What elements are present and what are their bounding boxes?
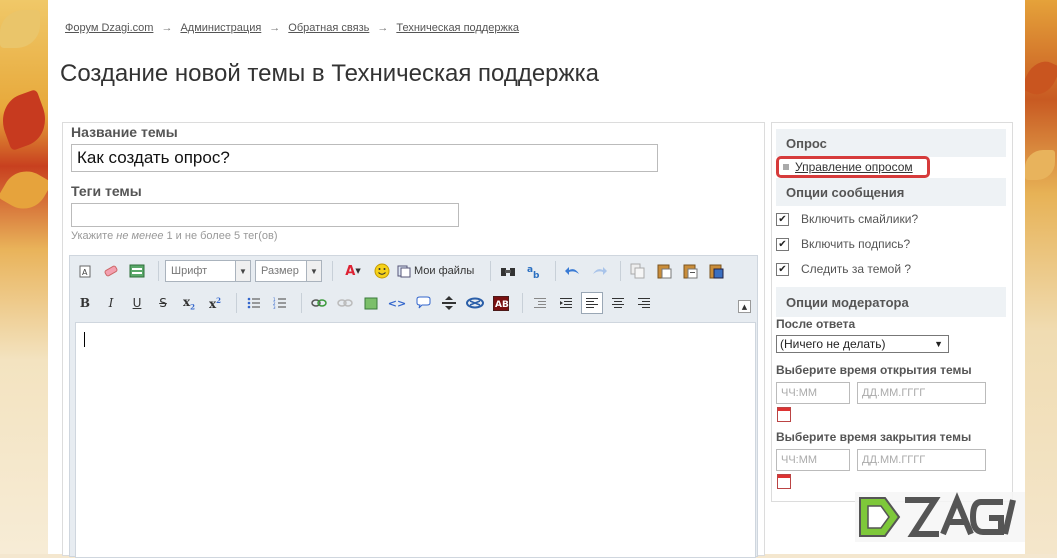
hide-text-icon[interactable]	[438, 292, 460, 314]
italic-icon[interactable]: I	[100, 292, 122, 314]
subscript-icon[interactable]: x2	[178, 292, 200, 314]
sidebar-options: Опрос Управление опросом Опции сообщения…	[771, 122, 1013, 502]
copy-icon[interactable]	[627, 260, 649, 282]
poll-heading: Опрос	[776, 129, 1006, 157]
files-icon	[397, 265, 411, 278]
open-time-label: Выберите время открытия темы	[776, 363, 972, 377]
remove-format-icon[interactable]	[100, 260, 122, 282]
svg-text:3: 3	[273, 305, 276, 309]
align-center-icon[interactable]	[607, 292, 629, 314]
close-date-input[interactable]: ДД.ММ.ГГГГ	[857, 449, 986, 471]
breadcrumb: Форум Dzagi.com → Администрация → Обратная с…	[65, 22, 520, 34]
open-date-input[interactable]: ДД.ММ.ГГГГ	[857, 382, 986, 404]
tags-hint: Укажите не менее 1 и не более 5 тег(ов)	[71, 230, 278, 242]
redo-icon[interactable]	[588, 260, 610, 282]
align-right-icon[interactable]	[633, 292, 655, 314]
message-textarea[interactable]	[75, 322, 756, 558]
topic-title-value: Как создать опрос?	[77, 148, 230, 167]
collapse-toolbar-icon[interactable]: ▲	[738, 300, 751, 313]
bold-icon[interactable]: B	[74, 292, 96, 314]
bulleted-list-icon[interactable]	[243, 292, 265, 314]
after-reply-select[interactable]: (Ничего не делать) ▼	[776, 335, 949, 353]
smiley-icon[interactable]	[371, 260, 393, 282]
chevron-down-icon: ▼	[934, 339, 943, 349]
abbreviation-icon[interactable]: AB	[490, 292, 512, 314]
paste-text-icon[interactable]	[679, 260, 701, 282]
paste-icon[interactable]	[653, 260, 675, 282]
poll-management-link-label[interactable]: Управление опросом	[795, 160, 913, 174]
autumn-background-right	[1020, 0, 1057, 554]
font-select[interactable]: Шрифт ▼	[165, 260, 251, 282]
autumn-background-left	[0, 0, 54, 554]
my-files-button[interactable]: Мои файлы	[397, 264, 474, 278]
breadcrumb-link-administration[interactable]: Администрация	[180, 22, 261, 34]
message-options-heading: Опции сообщения	[776, 178, 1006, 206]
topic-title-input[interactable]: Как создать опрос?	[71, 144, 658, 172]
breadcrumb-link-forum[interactable]: Форум Dzagi.com	[65, 22, 153, 34]
strikethrough-icon[interactable]: S	[152, 292, 174, 314]
chevron-down-icon: ▼	[306, 261, 321, 281]
calendar-icon[interactable]	[777, 407, 791, 422]
poll-management-link[interactable]: Управление опросом	[776, 156, 930, 178]
code-icon[interactable]: <>	[386, 292, 408, 314]
checkbox-checked-icon[interactable]: ✔	[776, 237, 789, 251]
indent-icon[interactable]	[555, 292, 577, 314]
breadcrumb-link-tech-support[interactable]: Техническая поддержка	[396, 22, 519, 34]
page-title: Создание новой темы в Техническая поддер…	[60, 60, 599, 87]
underline-icon[interactable]: U	[126, 292, 148, 314]
size-select[interactable]: Размер ▼	[255, 260, 322, 282]
breadcrumb-link-feedback[interactable]: Обратная связь	[288, 22, 369, 34]
svg-text:A: A	[82, 268, 88, 277]
paste-word-icon[interactable]	[705, 260, 727, 282]
unlink-icon[interactable]	[334, 292, 356, 314]
checkbox-checked-icon[interactable]: ✔	[776, 262, 789, 276]
checkbox-checked-icon[interactable]: ✔	[776, 212, 789, 226]
open-time-input[interactable]: ЧЧ:ММ	[776, 382, 850, 404]
image-icon[interactable]	[360, 292, 382, 314]
text-color-icon[interactable]: A ▼	[339, 260, 367, 282]
outdent-icon[interactable]	[529, 292, 551, 314]
after-reply-label: После ответа	[776, 317, 856, 331]
quote-icon[interactable]	[412, 292, 434, 314]
svg-text:AB: AB	[495, 300, 509, 310]
option-enable-signature[interactable]: ✔ Включить подпись?	[776, 237, 910, 251]
find-icon[interactable]	[497, 260, 519, 282]
close-time-input[interactable]: ЧЧ:ММ	[776, 449, 850, 471]
replace-icon[interactable]: ab	[523, 260, 545, 282]
numbered-list-icon[interactable]: 123	[269, 292, 291, 314]
calendar-icon[interactable]	[777, 474, 791, 489]
toggle-editor-icon[interactable]	[126, 260, 148, 282]
new-topic-form: Название темы Как создать опрос? Теги те…	[62, 122, 765, 558]
editor-toolbar-bottom: B I U S x2 x2 123 <> AB	[74, 291, 659, 315]
moderator-options-heading: Опции модератора	[776, 287, 1006, 317]
option-follow-topic[interactable]: ✔ Следить за темой ?	[776, 262, 911, 276]
link-icon[interactable]	[308, 292, 330, 314]
dzagi-logo	[855, 492, 1025, 542]
svg-text:b: b	[533, 271, 540, 279]
option-enable-smilies[interactable]: ✔ Включить смайлики?	[776, 212, 918, 226]
tags-label: Теги темы	[71, 183, 142, 199]
undo-icon[interactable]	[562, 260, 584, 282]
chevron-down-icon: ▼	[235, 261, 250, 281]
tags-input[interactable]	[71, 203, 459, 227]
page-container: Форум Dzagi.com → Администрация → Обратная с…	[48, 0, 1025, 558]
editor-toolbar-top: A Шрифт ▼ Размер ▼ A ▼ Мои файлы ab	[74, 259, 731, 283]
align-left-icon[interactable]	[581, 292, 603, 314]
source-mode-icon[interactable]: A	[74, 260, 96, 282]
text-caret	[84, 332, 85, 347]
spoiler-icon[interactable]	[464, 292, 486, 314]
bullet-icon	[783, 164, 789, 170]
rich-text-editor: A Шрифт ▼ Размер ▼ A ▼ Мои файлы ab B I …	[69, 255, 758, 558]
superscript-icon[interactable]: x2	[204, 292, 226, 314]
topic-title-label: Название темы	[71, 124, 178, 140]
close-time-label: Выберите время закрытия темы	[776, 430, 972, 444]
